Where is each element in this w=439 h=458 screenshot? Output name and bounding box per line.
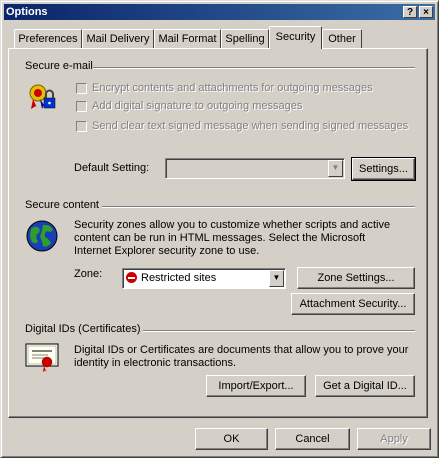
section-divider (102, 206, 415, 208)
ok-button[interactable]: OK (195, 428, 268, 450)
zone-dropdown[interactable]: Restricted sites ▼ (122, 268, 286, 289)
window-title: Options (6, 6, 48, 18)
import-export-button[interactable]: Import/Export... (206, 375, 306, 397)
encrypt-label: Encrypt contents and attachments for out… (92, 82, 373, 94)
attachment-security-button[interactable]: Attachment Security... (291, 293, 415, 315)
tab-security[interactable]: Security (269, 26, 322, 49)
ok-label: OK (223, 433, 240, 445)
get-digital-id-button[interactable]: Get a Digital ID... (315, 375, 415, 397)
section-divider (143, 330, 415, 332)
secure-content-description: Security zones allow you to customize wh… (74, 219, 391, 257)
clear-text-checkbox[interactable] (76, 121, 87, 132)
no-entry-icon (126, 272, 137, 283)
digital-ids-heading: Digital IDs (Certificates) (25, 323, 141, 335)
tab-spelling[interactable]: Spelling (221, 29, 269, 48)
apply-button[interactable]: Apply (357, 428, 431, 450)
cancel-button[interactable]: Cancel (275, 428, 350, 450)
close-button[interactable]: × (419, 6, 433, 18)
dropdown-arrow-icon: ▼ (328, 160, 343, 177)
title-bar[interactable]: Options ? × (4, 4, 435, 20)
default-setting-label: Default Setting: (74, 162, 150, 174)
get-digital-id-label: Get a Digital ID... (323, 380, 407, 392)
import-export-label: Import/Export... (218, 380, 294, 392)
zone-settings-button[interactable]: Zone Settings... (297, 267, 415, 289)
digital-signature-label: Add digital signature to outgoing messag… (92, 100, 303, 112)
tab-label: Mail Delivery (86, 33, 150, 45)
zone-value: Restricted sites (141, 272, 217, 284)
zone-settings-label: Zone Settings... (317, 272, 395, 284)
dropdown-arrow-icon: ▼ (269, 270, 284, 287)
tab-label: Other (328, 33, 356, 45)
attachment-security-label: Attachment Security... (299, 298, 407, 310)
tab-mail-delivery[interactable]: Mail Delivery (82, 29, 154, 48)
certificate-lock-icon (26, 81, 58, 113)
tab-label: Spelling (225, 33, 265, 45)
tab-label: Preferences (18, 33, 78, 45)
secure-content-heading: Secure content (25, 199, 99, 211)
tab-mail-format[interactable]: Mail Format (154, 29, 221, 48)
default-setting-dropdown[interactable]: ▼ (165, 158, 345, 179)
cancel-label: Cancel (295, 433, 330, 445)
encrypt-checkbox[interactable] (76, 83, 87, 94)
options-dialog: Options ? × Preferences Mail Delivery Ma… (0, 0, 439, 458)
secure-email-heading: Secure e-mail (25, 60, 93, 72)
tab-other[interactable]: Other (322, 29, 362, 48)
tab-label: Security (275, 31, 316, 43)
apply-label: Apply (380, 433, 408, 445)
tab-label: Mail Format (158, 33, 217, 45)
zone-label: Zone: (74, 268, 103, 280)
settings-button-label: Settings... (359, 163, 408, 175)
certificate-icon (25, 343, 59, 373)
close-icon: × (423, 7, 429, 18)
help-button[interactable]: ? (403, 6, 417, 18)
settings-button[interactable]: Settings... (351, 157, 416, 181)
section-divider (91, 67, 415, 69)
clear-text-label: Send clear text signed message when send… (92, 120, 409, 132)
digital-signature-checkbox[interactable] (76, 101, 87, 112)
globe-icon (25, 219, 59, 253)
tab-preferences[interactable]: Preferences (14, 29, 82, 48)
digital-ids-description: Digital IDs or Certificates are document… (74, 344, 409, 369)
help-icon: ? (406, 7, 414, 18)
